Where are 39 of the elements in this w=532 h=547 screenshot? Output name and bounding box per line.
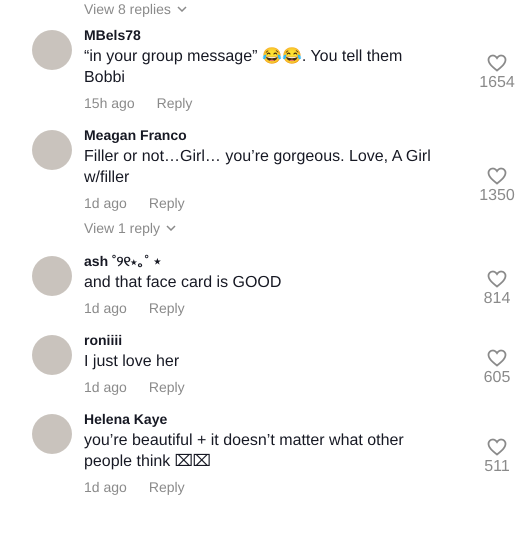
comment-author[interactable]: Meagan Franco xyxy=(84,126,462,145)
comment-time: 1d ago xyxy=(84,194,127,212)
avatar[interactable] xyxy=(32,414,72,454)
comment-text: I just love her xyxy=(84,352,180,372)
comment-text: and that face card is GOOD xyxy=(84,273,282,293)
comment-author[interactable]: Helena Kaye xyxy=(84,410,462,429)
like-count: 1350 xyxy=(479,187,515,205)
avatar[interactable] xyxy=(32,335,72,375)
like-count: 511 xyxy=(484,458,510,476)
comment-time: 1d ago xyxy=(84,478,127,496)
reply-button[interactable]: Reply xyxy=(148,378,185,396)
avatar[interactable] xyxy=(32,130,72,170)
heart-icon[interactable] xyxy=(487,270,507,288)
comment-text: “in your group message” 😂😂. You tell them Bobbi xyxy=(84,46,404,88)
heart-icon[interactable] xyxy=(487,348,507,366)
view-replies-link[interactable]: View 1 reply xyxy=(84,220,176,236)
heart-icon[interactable] xyxy=(487,167,507,185)
chevron-down-icon xyxy=(166,225,176,231)
avatar[interactable] xyxy=(32,256,72,296)
reply-button[interactable]: Reply xyxy=(156,94,192,112)
reply-button[interactable]: Reply xyxy=(148,478,185,496)
comment-author[interactable]: roniiii xyxy=(84,331,462,350)
avatar[interactable] xyxy=(32,30,72,70)
comment-time: 15h ago xyxy=(84,94,135,112)
comment-author[interactable]: MBels78 xyxy=(84,26,462,45)
reply-button[interactable]: Reply xyxy=(148,194,185,212)
comment-time: 1d ago xyxy=(84,378,127,396)
comment-text: Filler or not…Girl… you’re gorgeous. Love, A Girl w/filler xyxy=(84,147,432,188)
view-replies-link[interactable]: View 8 replies xyxy=(84,1,187,17)
like-count: 1654 xyxy=(479,74,515,92)
like-count: 605 xyxy=(484,368,510,386)
comment-time: 1d ago xyxy=(84,299,127,317)
reply-button[interactable]: Reply xyxy=(148,299,185,317)
heart-icon[interactable] xyxy=(487,54,507,72)
comment-text: you’re beautiful + it doesn’t matter what other people think ⌧⌧ xyxy=(84,431,405,472)
comment-author[interactable]: ash ˚୨୧⋆｡˚ ⋆ xyxy=(84,252,462,271)
heart-icon[interactable] xyxy=(487,438,507,456)
chevron-down-icon xyxy=(176,6,187,12)
like-count: 814 xyxy=(484,290,510,308)
